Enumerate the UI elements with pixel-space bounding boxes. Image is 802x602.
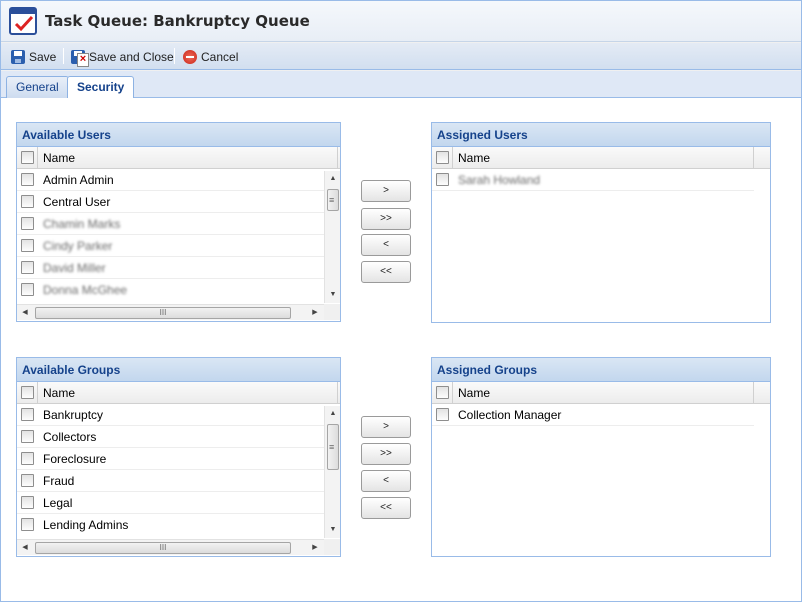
select-all-checkbox[interactable] bbox=[436, 151, 449, 164]
scroll-up-arrow-icon[interactable]: ▲ bbox=[325, 171, 341, 187]
save-and-close-button[interactable]: Save and Close bbox=[71, 47, 174, 67]
list-item[interactable]: David Miller bbox=[17, 257, 324, 279]
select-all-checkbox[interactable] bbox=[21, 386, 34, 399]
save-button-label: Save bbox=[29, 49, 57, 64]
toolbar-separator bbox=[174, 48, 175, 64]
tab-strip: General Security bbox=[1, 71, 801, 99]
row-checkbox[interactable] bbox=[21, 195, 34, 208]
horizontal-scrollbar[interactable]: ◀ III ▶ bbox=[17, 304, 324, 320]
toolbar-separator bbox=[63, 48, 64, 64]
assigned-groups-grid-header: Name bbox=[432, 382, 770, 404]
assigned-groups-list: Collection Manager bbox=[432, 404, 754, 426]
list-item[interactable]: Admin Admin bbox=[17, 169, 324, 191]
vertical-scrollbar[interactable]: ▲ ▼ bbox=[324, 406, 340, 538]
row-checkbox[interactable] bbox=[21, 261, 34, 274]
assigned-users-title: Assigned Users bbox=[432, 123, 770, 147]
available-groups-grid-header: Name bbox=[17, 382, 340, 404]
list-item[interactable]: Donna McGhee bbox=[17, 279, 324, 301]
remove-selected-group-button[interactable]: < bbox=[361, 470, 411, 492]
remove-all-groups-button[interactable]: << bbox=[361, 497, 411, 519]
name-column-header[interactable]: Name bbox=[453, 147, 754, 169]
list-item[interactable]: Chamin Marks bbox=[17, 213, 324, 235]
cancel-icon bbox=[183, 49, 197, 64]
row-checkbox[interactable] bbox=[21, 474, 34, 487]
row-checkbox[interactable] bbox=[21, 452, 34, 465]
add-selected-group-button[interactable]: > bbox=[361, 416, 411, 438]
horizontal-scrollbar[interactable]: ◀ III ▶ bbox=[17, 539, 324, 555]
tab-general[interactable]: General bbox=[6, 76, 69, 98]
window-title: Task Queue: Bankruptcy Queue bbox=[45, 12, 310, 30]
floppy-close-icon bbox=[71, 49, 89, 67]
list-item[interactable]: Central User bbox=[17, 191, 324, 213]
scroll-thumb[interactable] bbox=[327, 424, 339, 470]
add-all-groups-button[interactable]: >> bbox=[361, 443, 411, 465]
tab-security[interactable]: Security bbox=[67, 76, 135, 99]
row-checkbox[interactable] bbox=[21, 430, 34, 443]
save-button[interactable]: Save bbox=[11, 47, 56, 66]
available-users-grid-header: Name bbox=[17, 147, 340, 169]
name-column-header[interactable]: Name bbox=[38, 382, 338, 404]
scroll-thumb[interactable] bbox=[327, 189, 339, 211]
remove-selected-user-button[interactable]: < bbox=[361, 234, 411, 256]
available-users-title: Available Users bbox=[17, 123, 340, 147]
scroll-corner bbox=[324, 539, 340, 555]
list-item[interactable]: Collection Manager bbox=[432, 404, 754, 426]
list-item[interactable]: Legal bbox=[17, 492, 324, 514]
row-checkbox[interactable] bbox=[436, 173, 449, 186]
remove-all-users-button[interactable]: << bbox=[361, 261, 411, 283]
task-queue-window: Task Queue: Bankruptcy Queue Save Save a… bbox=[0, 0, 802, 602]
select-all-checkbox[interactable] bbox=[436, 386, 449, 399]
row-checkbox[interactable] bbox=[21, 217, 34, 230]
available-users-panel: Available Users Name Admin Admin Central… bbox=[16, 122, 341, 322]
scroll-corner bbox=[324, 304, 340, 320]
floppy-disk-icon bbox=[11, 49, 25, 64]
cancel-button-label: Cancel bbox=[201, 49, 239, 64]
toolbar: Save Save and Close Cancel bbox=[1, 43, 801, 70]
scroll-right-arrow-icon[interactable]: ▶ bbox=[307, 305, 323, 321]
select-all-checkbox[interactable] bbox=[21, 151, 34, 164]
row-checkbox[interactable] bbox=[436, 408, 449, 421]
list-item[interactable]: Fraud bbox=[17, 470, 324, 492]
name-column-header[interactable]: Name bbox=[38, 147, 338, 169]
row-checkbox[interactable] bbox=[21, 239, 34, 252]
assigned-users-list: Sarah Howland bbox=[432, 169, 754, 191]
scroll-down-arrow-icon[interactable]: ▼ bbox=[325, 287, 341, 303]
available-groups-panel: Available Groups Name Bankruptcy Collect… bbox=[16, 357, 341, 557]
row-checkbox[interactable] bbox=[21, 283, 34, 296]
row-checkbox[interactable] bbox=[21, 408, 34, 421]
scroll-thumb[interactable]: III bbox=[35, 307, 291, 319]
save-and-close-label: Save and Close bbox=[89, 49, 174, 64]
scroll-down-arrow-icon[interactable]: ▼ bbox=[325, 522, 341, 538]
scroll-up-arrow-icon[interactable]: ▲ bbox=[325, 406, 341, 422]
list-item[interactable]: Sarah Howland bbox=[432, 169, 754, 191]
available-users-list: Admin Admin Central User Chamin Marks Ci… bbox=[17, 169, 324, 301]
list-item[interactable]: Cindy Parker bbox=[17, 235, 324, 257]
available-groups-title: Available Groups bbox=[17, 358, 340, 382]
vertical-scrollbar[interactable]: ▲ ▼ bbox=[324, 171, 340, 303]
assigned-groups-panel: Assigned Groups Name Collection Manager bbox=[431, 357, 771, 557]
security-content: Available Users Name Admin Admin Central… bbox=[1, 98, 801, 601]
assigned-users-grid-header: Name bbox=[432, 147, 770, 169]
list-item[interactable]: Bankruptcy bbox=[17, 404, 324, 426]
assigned-groups-title: Assigned Groups bbox=[432, 358, 770, 382]
add-all-users-button[interactable]: >> bbox=[361, 208, 411, 230]
add-selected-user-button[interactable]: > bbox=[361, 180, 411, 202]
row-checkbox[interactable] bbox=[21, 518, 34, 531]
cancel-button[interactable]: Cancel bbox=[183, 47, 238, 66]
list-item[interactable]: Collectors bbox=[17, 426, 324, 448]
available-groups-list: Bankruptcy Collectors Foreclosure Fraud … bbox=[17, 404, 324, 536]
scroll-thumb[interactable]: III bbox=[35, 542, 291, 554]
scroll-left-arrow-icon[interactable]: ◀ bbox=[17, 540, 33, 556]
scroll-right-arrow-icon[interactable]: ▶ bbox=[307, 540, 323, 556]
title-bar: Task Queue: Bankruptcy Queue bbox=[1, 1, 801, 42]
assigned-users-panel: Assigned Users Name Sarah Howland bbox=[431, 122, 771, 323]
row-checkbox[interactable] bbox=[21, 173, 34, 186]
checklist-icon bbox=[9, 7, 37, 35]
list-item[interactable]: Lending Admins bbox=[17, 514, 324, 536]
row-checkbox[interactable] bbox=[21, 496, 34, 509]
scroll-left-arrow-icon[interactable]: ◀ bbox=[17, 305, 33, 321]
list-item[interactable]: Foreclosure bbox=[17, 448, 324, 470]
name-column-header[interactable]: Name bbox=[453, 382, 754, 404]
